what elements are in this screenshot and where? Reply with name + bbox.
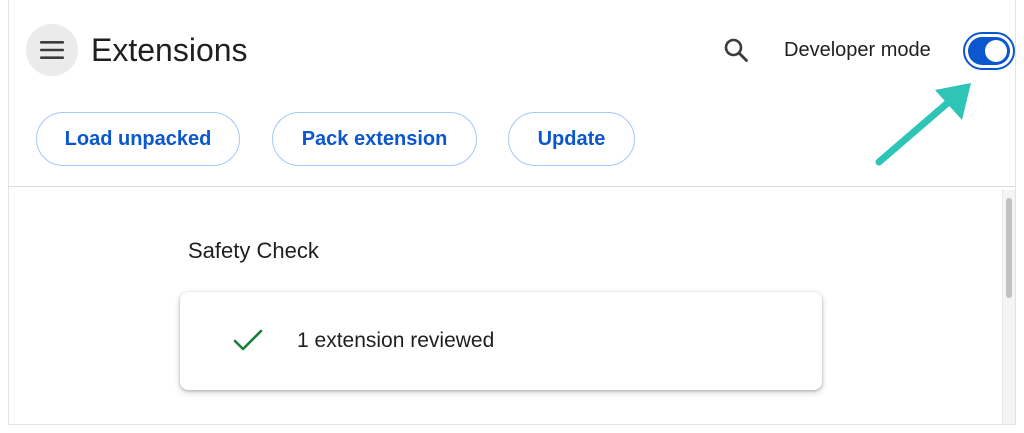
checkmark-icon — [233, 329, 263, 351]
search-icon — [724, 38, 748, 62]
safety-check-heading: Safety Check — [188, 238, 319, 263]
toggle-track — [968, 37, 1010, 65]
scrollbar-thumb[interactable] — [1006, 198, 1012, 298]
developer-mode-label: Developer mode — [784, 39, 931, 61]
page-title: Extensions — [91, 32, 248, 68]
main-menu-button[interactable] — [26, 24, 78, 76]
content-scrollbar[interactable] — [1002, 190, 1015, 424]
safety-check-status-text: 1 extension reviewed — [297, 329, 495, 352]
extensions-page: Extensions Developer mode Load unpacked … — [8, 0, 1016, 425]
load-unpacked-button[interactable]: Load unpacked — [36, 112, 240, 166]
update-button[interactable]: Update — [508, 112, 635, 166]
page-header: Extensions Developer mode Load unpacked … — [9, 0, 1015, 187]
safety-check-card[interactable]: 1 extension reviewed — [180, 292, 822, 390]
hamburger-menu-icon — [40, 41, 64, 59]
toggle-knob — [985, 40, 1007, 62]
pointer-arrow-icon — [875, 83, 971, 166]
pack-extension-button[interactable]: Pack extension — [272, 112, 477, 166]
developer-mode-toggle[interactable] — [963, 32, 1015, 70]
search-button[interactable] — [716, 30, 756, 70]
